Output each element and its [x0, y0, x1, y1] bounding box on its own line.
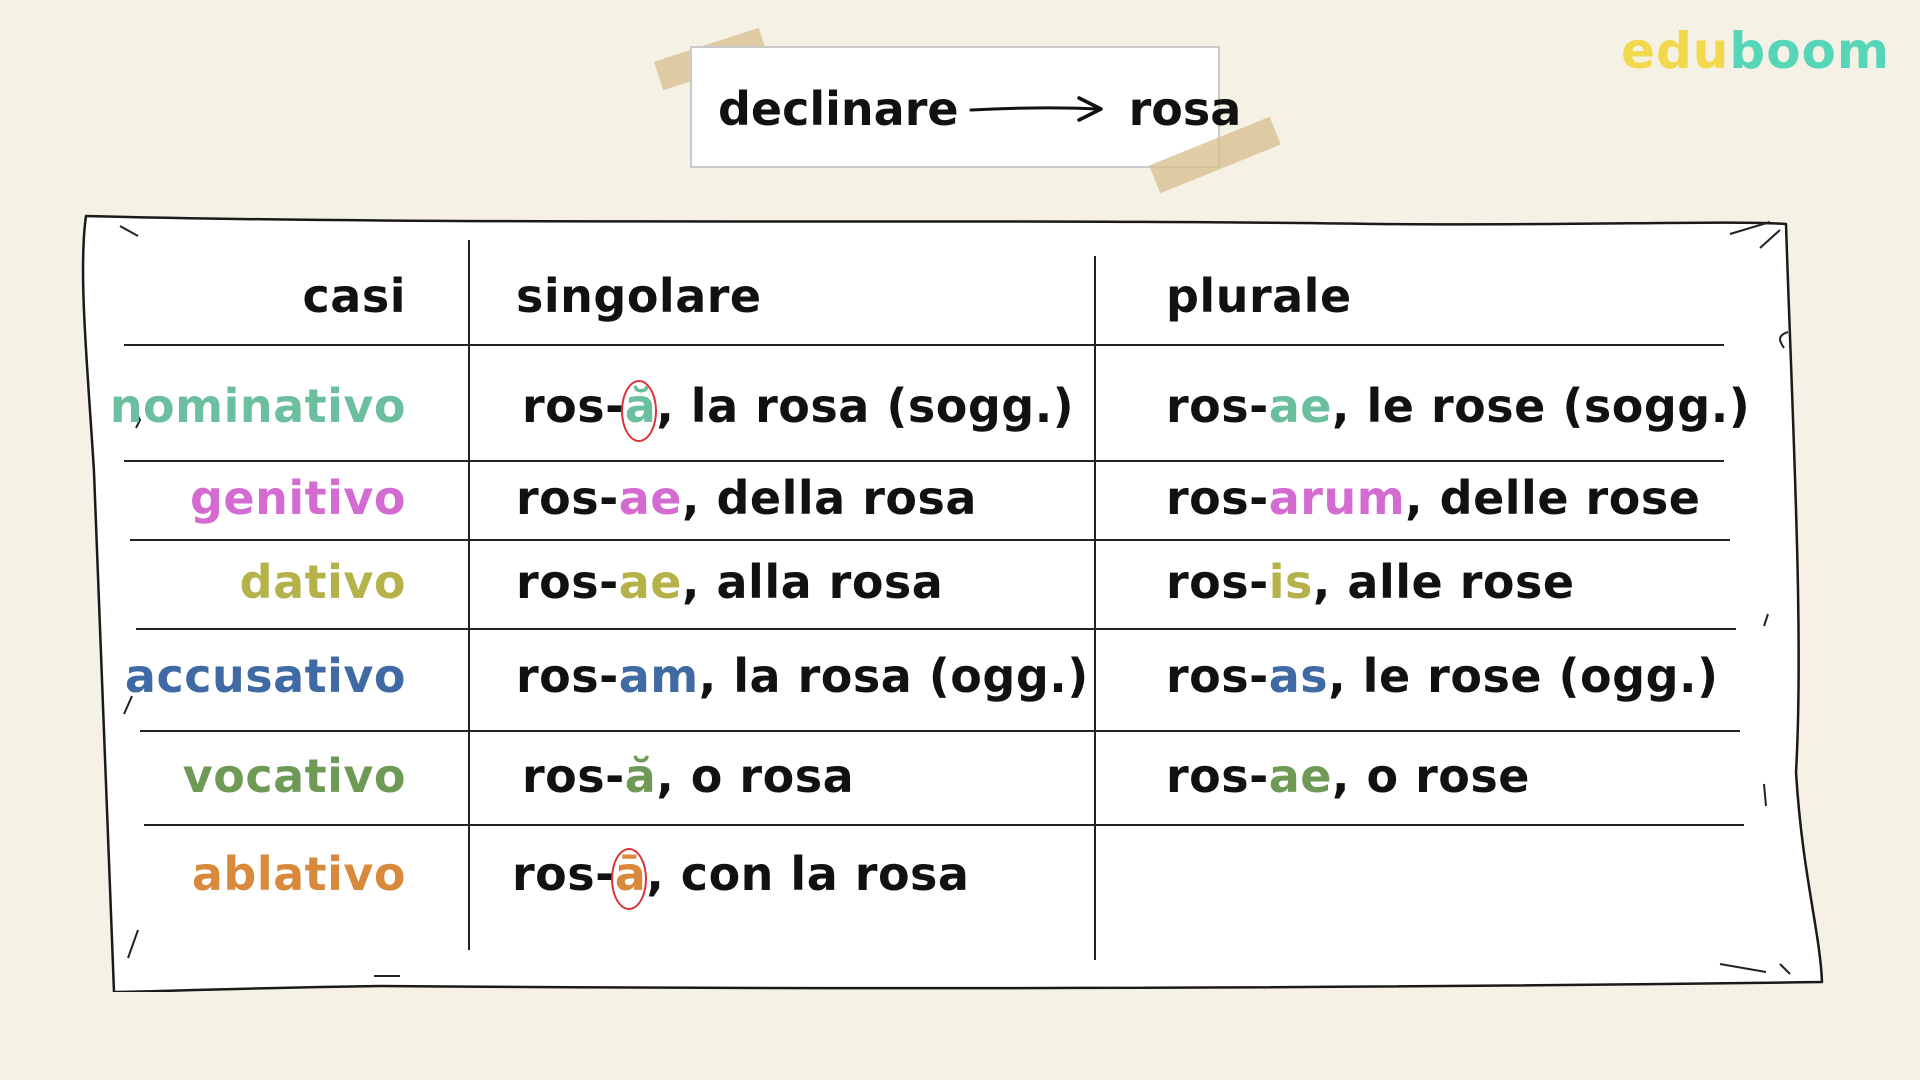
- case-label-genitivo: genitivo: [190, 471, 406, 525]
- stem: ros-: [1166, 649, 1269, 703]
- title-text: declinare rosa: [718, 82, 1241, 136]
- column-divider: [468, 240, 470, 950]
- translation: , alla rosa: [682, 555, 944, 609]
- ending: ă: [624, 749, 657, 803]
- singular-form-genitivo: ros-ae, della rosa: [516, 470, 977, 526]
- ending: ae: [1268, 379, 1333, 433]
- ending: ae: [618, 555, 683, 609]
- ending: ae: [618, 471, 683, 525]
- case-label-accusativo: accusativo: [124, 649, 406, 703]
- stem: ros-: [1166, 749, 1269, 803]
- stem: ros-: [522, 379, 625, 433]
- singular-form-ablativo: ros-ā, con la rosa: [512, 846, 970, 910]
- stem: ros-: [516, 555, 619, 609]
- singular-form-dativo: ros-ae, alla rosa: [516, 554, 943, 610]
- translation: , o rosa: [656, 749, 855, 803]
- singular-form-vocativo: ros-ă, o rosa: [522, 748, 854, 804]
- row-divider: [144, 824, 1744, 826]
- ending: ae: [1268, 749, 1333, 803]
- stem: ros-: [1166, 555, 1269, 609]
- translation: , delle rose: [1405, 471, 1701, 525]
- case-label-vocativo: vocativo: [182, 749, 406, 803]
- arrow-right-icon: [969, 96, 1103, 122]
- plural-form-accusativo: ros-as, le rose (ogg.): [1166, 648, 1719, 704]
- header-cases: casi: [302, 269, 406, 323]
- translation: , con la rosa: [646, 847, 970, 901]
- stem: ros-: [512, 847, 615, 901]
- row-divider: [136, 628, 1736, 630]
- row-divider: [130, 539, 1730, 541]
- eduboom-logo: eduboom: [1621, 22, 1890, 80]
- plural-form-genitivo: ros-arum, delle rose: [1166, 470, 1700, 526]
- ending-circled: ă: [620, 379, 657, 442]
- stem: ros-: [516, 471, 619, 525]
- translation: , la rosa (ogg.): [698, 649, 1089, 703]
- plural-form-nominativo: ros-ae, le rose (sogg.): [1166, 378, 1750, 434]
- translation: , le rose (ogg.): [1328, 649, 1719, 703]
- case-label-dativo: dativo: [239, 555, 406, 609]
- ending: am: [618, 649, 699, 703]
- translation: , alle rose: [1312, 555, 1575, 609]
- translation: , la rosa (sogg.): [656, 379, 1075, 433]
- declension-board: casi singolare plurale nominativo ros-ă,…: [80, 212, 1830, 992]
- case-label-ablativo: ablativo: [191, 847, 406, 901]
- declension-table: casi singolare plurale nominativo ros-ă,…: [80, 212, 1830, 992]
- stem: ros-: [516, 649, 619, 703]
- translation: , della rosa: [682, 471, 977, 525]
- logo-part-boom: boom: [1729, 22, 1890, 80]
- stem: ros-: [522, 749, 625, 803]
- title-left: declinare: [718, 82, 959, 136]
- row-divider: [124, 460, 1724, 462]
- title-right: rosa: [1128, 82, 1242, 136]
- translation: , o rose: [1332, 749, 1530, 803]
- translation: , le rose (sogg.): [1332, 379, 1751, 433]
- column-divider: [1094, 256, 1096, 960]
- ending: arum: [1268, 471, 1406, 525]
- title-card: declinare rosa: [690, 46, 1241, 168]
- stem: ros-: [1166, 471, 1269, 525]
- row-divider: [124, 344, 1724, 346]
- ending-circled: ā: [610, 847, 647, 910]
- ending: as: [1268, 649, 1329, 703]
- singular-form-accusativo: ros-am, la rosa (ogg.): [516, 648, 1089, 704]
- plural-form-dativo: ros-is, alle rose: [1166, 554, 1575, 610]
- stem: ros-: [1166, 379, 1269, 433]
- ending: is: [1268, 555, 1313, 609]
- header-singular: singolare: [516, 269, 762, 323]
- logo-part-edu: edu: [1621, 22, 1730, 80]
- case-label-nominativo: nominativo: [109, 379, 406, 433]
- plural-form-vocativo: ros-ae, o rose: [1166, 748, 1530, 804]
- header-plural: plurale: [1166, 269, 1352, 323]
- singular-form-nominativo: ros-ă, la rosa (sogg.): [522, 378, 1075, 442]
- row-divider: [140, 730, 1740, 732]
